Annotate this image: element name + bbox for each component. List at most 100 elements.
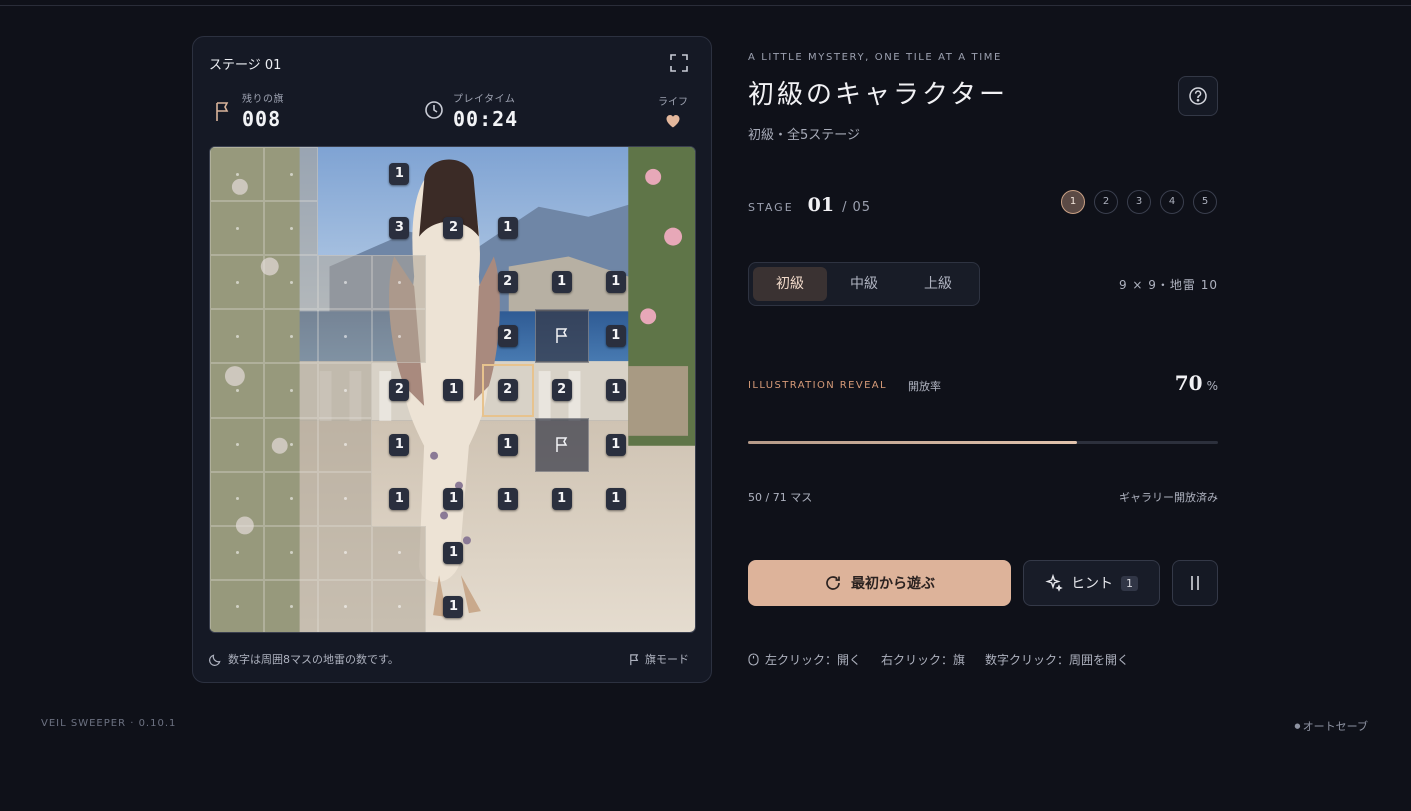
board-cell[interactable] <box>534 417 589 472</box>
board-cell[interactable]: 1 <box>535 472 589 526</box>
board-cell[interactable] <box>535 147 589 201</box>
stage-dot-1[interactable]: 1 <box>1061 190 1085 214</box>
board-cell[interactable] <box>210 201 265 256</box>
board-cell[interactable] <box>318 255 373 310</box>
board-cell[interactable] <box>643 472 695 526</box>
board-cell[interactable]: 2 <box>372 363 426 417</box>
board-cell[interactable]: 1 <box>372 472 426 526</box>
stage-dot-2[interactable]: 2 <box>1094 190 1118 214</box>
board-cell[interactable]: 1 <box>426 363 480 417</box>
board-cell[interactable] <box>535 580 589 632</box>
board-cell[interactable] <box>643 580 695 632</box>
minesweeper-board[interactable]: 1 3 2 1 2 1 1 2 1 2 1 2 2 1 1 1 1 1 1 1 1 1 1 1 <box>209 146 696 633</box>
board-cell[interactable] <box>264 579 319 632</box>
board-cell[interactable] <box>210 255 265 310</box>
board-cell[interactable] <box>589 201 643 255</box>
board-cell[interactable]: 1 <box>535 255 589 309</box>
board-cell[interactable] <box>643 309 695 363</box>
board-cell[interactable]: 1 <box>589 309 643 363</box>
board-cell[interactable]: 1 <box>589 472 643 526</box>
board-cell[interactable] <box>426 418 480 472</box>
board-cell[interactable] <box>481 147 535 201</box>
board-cell[interactable]: 1 <box>426 526 480 580</box>
board-cell[interactable] <box>264 255 319 310</box>
board-cell[interactable] <box>210 363 265 418</box>
board-cell[interactable]: 1 <box>372 418 426 472</box>
board-cell[interactable]: 2 <box>535 363 589 417</box>
help-button[interactable] <box>1178 76 1218 116</box>
board-cell[interactable] <box>589 147 643 201</box>
board-cell[interactable]: 3 <box>372 201 426 255</box>
board-cell[interactable] <box>318 525 373 580</box>
board-cell[interactable] <box>481 526 535 580</box>
board-cell[interactable]: 2 <box>481 309 535 363</box>
board-cell[interactable] <box>318 363 373 418</box>
stage-dot-5[interactable]: 5 <box>1193 190 1217 214</box>
board-cell[interactable] <box>264 417 319 472</box>
flag-icon <box>553 436 571 454</box>
cell-number: 1 <box>605 433 626 456</box>
board-cell[interactable] <box>481 580 535 632</box>
board-cell[interactable] <box>372 255 427 310</box>
board-cell[interactable] <box>264 525 319 580</box>
board-cell[interactable] <box>318 147 372 201</box>
restart-icon <box>826 576 840 590</box>
board-cell[interactable]: 1 <box>481 201 535 255</box>
board-cell[interactable]: 1 <box>372 147 426 201</box>
board-cell[interactable] <box>264 309 319 364</box>
board-cell[interactable] <box>535 526 589 580</box>
board-cell[interactable] <box>318 579 373 632</box>
board-cell[interactable] <box>372 309 427 364</box>
board-cell[interactable] <box>589 580 643 632</box>
board-cell[interactable] <box>210 471 265 526</box>
hint-button[interactable]: ヒント 1 <box>1023 560 1160 606</box>
board-cell[interactable] <box>210 309 265 364</box>
board-cell[interactable] <box>210 417 265 472</box>
board-cell[interactable]: 1 <box>589 363 643 417</box>
board-cell[interactable]: 1 <box>426 472 480 526</box>
fullscreen-icon[interactable] <box>669 53 689 73</box>
heart-icon <box>666 115 680 128</box>
board-cell[interactable] <box>643 418 695 472</box>
board-cell[interactable] <box>535 201 589 255</box>
board-cell[interactable]: 2 <box>481 255 535 309</box>
board-cell[interactable] <box>210 147 265 202</box>
pause-button[interactable] <box>1172 560 1218 606</box>
board-cell[interactable] <box>264 363 319 418</box>
board-cell[interactable]: 1 <box>589 255 643 309</box>
board-cell[interactable] <box>264 147 319 202</box>
board-cell[interactable]: 1 <box>426 580 480 632</box>
restart-button[interactable]: 最初から遊ぶ <box>748 560 1011 606</box>
board-cell[interactable] <box>210 579 265 632</box>
board-cell[interactable] <box>264 471 319 526</box>
board-cell[interactable] <box>372 579 427 632</box>
board-cell[interactable]: 1 <box>481 418 535 472</box>
board-cell[interactable] <box>318 309 373 364</box>
flag-mode-toggle[interactable]: 旗モード <box>628 651 689 667</box>
board-cell[interactable] <box>589 526 643 580</box>
board-cell[interactable]: 1 <box>481 472 535 526</box>
stage-dot-3[interactable]: 3 <box>1127 190 1151 214</box>
board-cell[interactable] <box>534 309 589 364</box>
board-cell[interactable] <box>318 417 373 472</box>
board-cell[interactable]: 1 <box>589 418 643 472</box>
board-cell[interactable] <box>643 201 695 255</box>
board-cell[interactable] <box>372 525 427 580</box>
board-cell[interactable] <box>318 201 372 255</box>
difficulty-beginner[interactable]: 初級 <box>753 267 827 301</box>
board-cell[interactable] <box>264 201 319 256</box>
board-cell[interactable] <box>318 471 373 526</box>
board-cell[interactable] <box>643 255 695 309</box>
board-cell[interactable] <box>426 255 480 309</box>
stage-dot-4[interactable]: 4 <box>1160 190 1184 214</box>
difficulty-advanced[interactable]: 上級 <box>901 267 975 301</box>
board-cell[interactable]: 2 <box>481 363 535 417</box>
board-cell[interactable] <box>426 309 480 363</box>
board-cell[interactable] <box>426 147 480 201</box>
board-cell[interactable] <box>643 363 695 417</box>
difficulty-intermediate[interactable]: 中級 <box>827 267 901 301</box>
board-cell[interactable] <box>210 525 265 580</box>
board-cell[interactable] <box>643 147 695 201</box>
board-cell[interactable]: 2 <box>426 201 480 255</box>
board-cell[interactable] <box>643 526 695 580</box>
